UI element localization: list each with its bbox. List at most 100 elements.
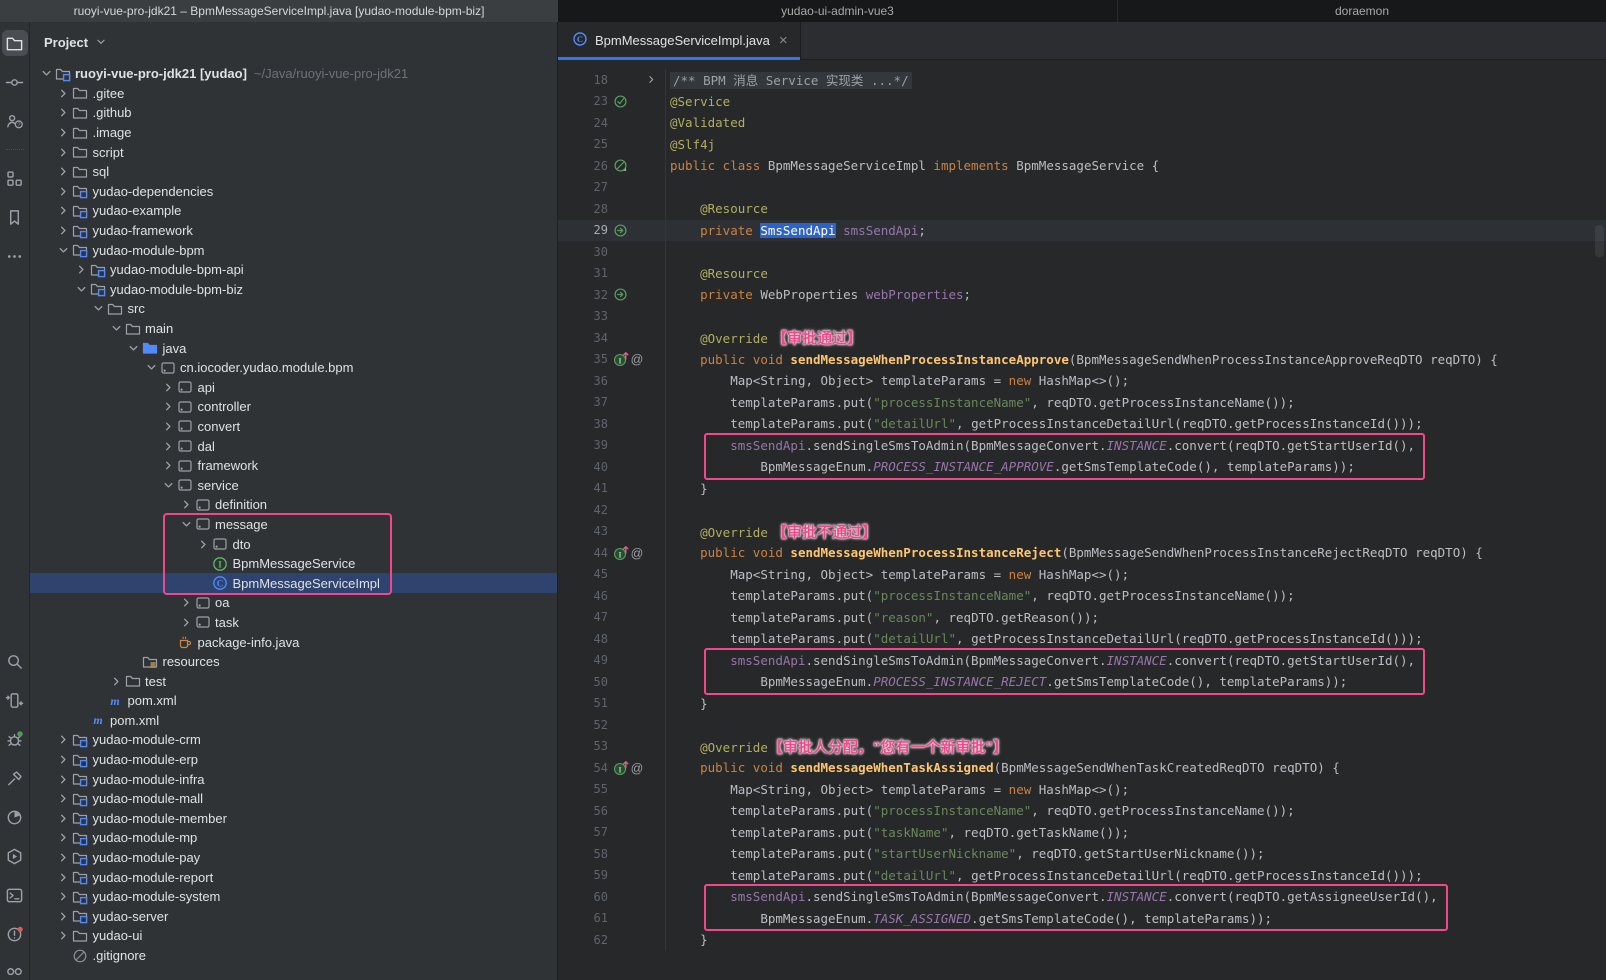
gutter-impl[interactable]: I@ <box>608 351 638 367</box>
tree-item-controller[interactable]: controller <box>30 397 557 417</box>
chevron-collapsed-icon[interactable] <box>161 418 177 434</box>
chevron-collapsed-icon[interactable] <box>161 458 177 474</box>
code-line-35[interactable]: 35I@ public void sendMessageWhenProcessI… <box>558 349 1606 371</box>
chevron-expanded-icon[interactable] <box>56 242 72 258</box>
tree-item-yudao-module-pay[interactable]: yudao-module-pay <box>30 848 557 868</box>
code-line-46[interactable]: 46 templateParams.put("processInstanceNa… <box>558 585 1606 607</box>
chevron-collapsed-icon[interactable] <box>56 164 72 180</box>
code-line-52[interactable]: 52 <box>558 714 1606 736</box>
line-number[interactable]: 18 <box>558 73 608 87</box>
code-line-54[interactable]: 54I@ public void sendMessageWhenTaskAssi… <box>558 757 1606 779</box>
code-line-58[interactable]: 58 templateParams.put("startUserNickname… <box>558 843 1606 865</box>
tree-item-definition[interactable]: definition <box>30 495 557 515</box>
tree-item-framework[interactable]: framework <box>30 456 557 476</box>
chevron-collapsed-icon[interactable] <box>73 262 89 278</box>
gutter-check[interactable] <box>608 94 638 109</box>
tree-item-yudao-module-crm[interactable]: yudao-module-crm <box>30 730 557 750</box>
search-icon[interactable] <box>2 648 28 674</box>
line-number[interactable]: 42 <box>558 503 608 517</box>
code-line-32[interactable]: 32 private WebProperties webProperties; <box>558 284 1606 306</box>
code-line-50[interactable]: 50 BpmMessageEnum.PROCESS_INSTANCE_REJEC… <box>558 671 1606 693</box>
code-line-57[interactable]: 57 templateParams.put("taskName", reqDTO… <box>558 822 1606 844</box>
code-line-51[interactable]: 51 } <box>558 693 1606 715</box>
bookmarks-icon[interactable] <box>2 204 28 230</box>
line-number[interactable]: 25 <box>558 137 608 151</box>
code-line-39[interactable]: 39 smsSendApi.sendSingleSmsToAdmin(BpmMe… <box>558 435 1606 457</box>
tree-item-java[interactable]: java <box>30 338 557 358</box>
code-line-59[interactable]: 59 templateParams.put("detailUrl", getPr… <box>558 865 1606 887</box>
gutter-impl[interactable]: I@ <box>608 545 638 561</box>
chevron-collapsed-icon[interactable] <box>56 85 72 101</box>
code-line-23[interactable]: 23@Service <box>558 91 1606 113</box>
code-line-28[interactable]: 28 @Resource <box>558 198 1606 220</box>
code-line-47[interactable]: 47 templateParams.put("reason", reqDTO.g… <box>558 607 1606 629</box>
line-number[interactable]: 53 <box>558 739 608 753</box>
line-number[interactable]: 29 <box>558 223 608 237</box>
chevron-expanded-icon[interactable] <box>178 516 194 532</box>
chevron-collapsed-icon[interactable] <box>161 399 177 415</box>
commit-icon[interactable] <box>2 69 28 95</box>
line-number[interactable]: 54 <box>558 761 608 775</box>
chevron-expanded-icon[interactable] <box>73 281 89 297</box>
tree-item-test[interactable]: test <box>30 671 557 691</box>
close-tab-icon[interactable]: × <box>779 33 788 48</box>
chevron-collapsed-icon[interactable] <box>56 889 72 905</box>
tree-item-yudao-module-mp[interactable]: yudao-module-mp <box>30 828 557 848</box>
line-number[interactable]: 40 <box>558 460 608 474</box>
gutter-impl[interactable]: I@ <box>608 760 638 776</box>
code-line-25[interactable]: 25@Slf4j <box>558 134 1606 156</box>
line-number[interactable]: 60 <box>558 890 608 904</box>
code-line-53[interactable]: 53 @Override【审批人分配，“您有一个新审批”】 <box>558 736 1606 758</box>
tree-item-yudao-framework[interactable]: yudao-framework <box>30 221 557 241</box>
tree-item-yudao-module-erp[interactable]: yudao-module-erp <box>30 750 557 770</box>
code-line-29[interactable]: 29 private SmsSendApi smsSendApi; <box>558 220 1606 242</box>
line-number[interactable]: 28 <box>558 202 608 216</box>
line-number[interactable]: 24 <box>558 116 608 130</box>
tree-item-.github[interactable]: .github <box>30 103 557 123</box>
line-number[interactable]: 23 <box>558 94 608 108</box>
tree-item-convert[interactable]: convert <box>30 417 557 437</box>
line-number[interactable]: 48 <box>558 632 608 646</box>
tree-item-dto[interactable]: dto <box>30 534 557 554</box>
chevron-collapsed-icon[interactable] <box>178 614 194 630</box>
line-number[interactable]: 31 <box>558 266 608 280</box>
chevron-collapsed-icon[interactable] <box>178 497 194 513</box>
line-number[interactable]: 49 <box>558 653 608 667</box>
code-line-30[interactable]: 30 <box>558 241 1606 263</box>
chevron-collapsed-icon[interactable] <box>161 438 177 454</box>
line-number[interactable]: 58 <box>558 847 608 861</box>
project-selector[interactable]: Project <box>30 22 557 62</box>
tree-item-yudao-dependencies[interactable]: yudao-dependencies <box>30 182 557 202</box>
code-line-48[interactable]: 48 templateParams.put("detailUrl", getPr… <box>558 628 1606 650</box>
line-number[interactable]: 46 <box>558 589 608 603</box>
line-number[interactable]: 52 <box>558 718 608 732</box>
code-line-37[interactable]: 37 templateParams.put("processInstanceNa… <box>558 392 1606 414</box>
code-line-44[interactable]: 44I@ public void sendMessageWhenProcessI… <box>558 542 1606 564</box>
tree-item-.gitee[interactable]: .gitee <box>30 84 557 104</box>
code-area[interactable]: 18/** BPM 消息 Service 实现类 ...*/23@Service… <box>558 60 1606 980</box>
tree-item-cn.iocoder.yudao.module.bpm[interactable]: cn.iocoder.yudao.module.bpm <box>30 358 557 378</box>
chevron-collapsed-icon[interactable] <box>56 908 72 924</box>
problems-icon[interactable] <box>2 921 28 947</box>
chevron-collapsed-icon[interactable] <box>56 105 72 121</box>
line-number[interactable]: 36 <box>558 374 608 388</box>
line-number[interactable]: 50 <box>558 675 608 689</box>
structure-icon[interactable] <box>2 165 28 191</box>
chevron-collapsed-icon[interactable] <box>56 203 72 219</box>
chevron-collapsed-icon[interactable] <box>56 869 72 885</box>
meet-icon[interactable] <box>2 960 28 980</box>
code-line-34[interactable]: 34 @Override 【审批通过】 <box>558 327 1606 349</box>
line-number[interactable]: 30 <box>558 245 608 259</box>
chevron-expanded-icon[interactable] <box>126 340 142 356</box>
tree-item-.image[interactable]: .image <box>30 123 557 143</box>
line-number[interactable]: 61 <box>558 911 608 925</box>
code-line-49[interactable]: 49 smsSendApi.sendSingleSmsToAdmin(BpmMe… <box>558 650 1606 672</box>
chevron-collapsed-icon[interactable] <box>178 595 194 611</box>
line-number[interactable]: 51 <box>558 696 608 710</box>
line-number[interactable]: 37 <box>558 395 608 409</box>
services-icon[interactable] <box>2 687 28 713</box>
chevron-collapsed-icon[interactable] <box>56 183 72 199</box>
code-line-61[interactable]: 61 BpmMessageEnum.TASK_ASSIGNED.getSmsTe… <box>558 908 1606 930</box>
line-number[interactable]: 32 <box>558 288 608 302</box>
line-number[interactable]: 39 <box>558 438 608 452</box>
